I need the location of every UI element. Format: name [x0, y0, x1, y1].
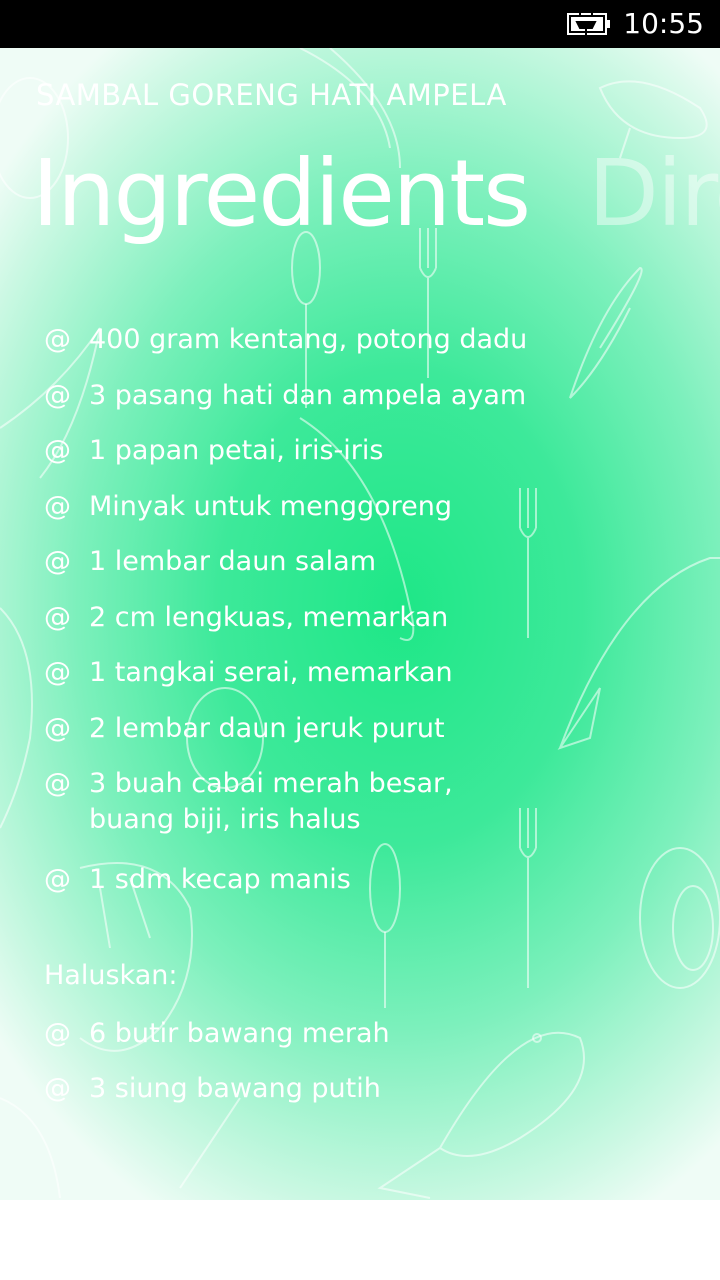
bullet-glyph: @	[44, 1017, 71, 1049]
ingredient-text: 1 sdm kecap manis	[89, 864, 351, 895]
bullet-glyph: @	[44, 1073, 71, 1104]
bullet-glyph: @	[44, 657, 71, 688]
ingredient-text: 1 lembar daun salam	[89, 546, 376, 577]
ingredients-list: @ 400 gram kentang, potong dadu @ 3 pasa…	[44, 322, 684, 1127]
ingredient-text: 3 siung bawang putih	[89, 1073, 381, 1104]
bullet-glyph: @	[44, 864, 71, 895]
bullet-glyph: @	[44, 379, 71, 411]
list-item: @ 3 buah cabai merah besar, buang biji, …	[44, 766, 684, 862]
ingredient-text: Minyak untuk menggoreng	[89, 490, 452, 522]
ingredient-text: 1 tangkai serai, memarkan	[89, 657, 453, 688]
bullet-glyph: @	[44, 546, 71, 577]
bullet-glyph: @	[44, 435, 71, 466]
battery-charging-icon	[567, 12, 610, 35]
ingredient-text: 400 gram kentang, potong dadu	[89, 324, 528, 355]
ingredient-text: 2 cm lengkuas, memarkan	[89, 601, 449, 633]
list-item: @ 6 butir bawang merah	[44, 1016, 684, 1072]
list-item: @ Minyak untuk menggoreng	[44, 489, 684, 545]
recipe-page: SAMBAL GORENG HATI AMPELA Ingredients Di…	[0, 48, 720, 1200]
list-item: @ 1 sdm kecap manis	[44, 862, 684, 918]
tab-directions[interactable]: Directions	[588, 134, 720, 254]
list-item: @ 3 siung bawang putih	[44, 1071, 684, 1127]
tab-ingredients[interactable]: Ingredients	[32, 134, 531, 254]
list-item: @ 1 tangkai serai, memarkan	[44, 655, 684, 711]
list-item: @ 1 lembar daun salam	[44, 544, 684, 600]
pivot-header: Ingredients Directions	[0, 134, 720, 264]
ingredient-text: 6 butir bawang merah	[89, 1017, 390, 1049]
section-label: Haluskan:	[44, 959, 178, 991]
list-item: @ 1 papan petai, iris-iris	[44, 433, 684, 489]
ingredient-text: 3 pasang hati dan ampela ayam	[89, 379, 527, 411]
app-title: SAMBAL GORENG HATI AMPELA	[36, 78, 507, 112]
ingredient-text: 3 buah cabai merah besar, buang biji, ir…	[89, 768, 453, 835]
list-item: @ 3 pasang hati dan ampela ayam	[44, 378, 684, 434]
ingredient-text: 2 lembar daun jeruk purut	[89, 712, 445, 744]
status-bar: 10:55	[0, 0, 720, 48]
list-item: @ 2 cm lengkuas, memarkan	[44, 600, 684, 656]
ingredient-text: 1 papan petai, iris-iris	[89, 435, 384, 466]
clock-time: 10:55	[623, 7, 704, 40]
bullet-glyph: @	[44, 768, 71, 799]
bullet-glyph: @	[44, 601, 71, 633]
bullet-glyph: @	[44, 324, 71, 355]
bullet-glyph: @	[44, 712, 71, 744]
bottom-blank-area	[0, 1200, 720, 1280]
list-item: @ 2 lembar daun jeruk purut	[44, 711, 684, 767]
bullet-glyph: @	[44, 490, 71, 522]
list-item: @ 400 gram kentang, potong dadu	[44, 322, 684, 378]
